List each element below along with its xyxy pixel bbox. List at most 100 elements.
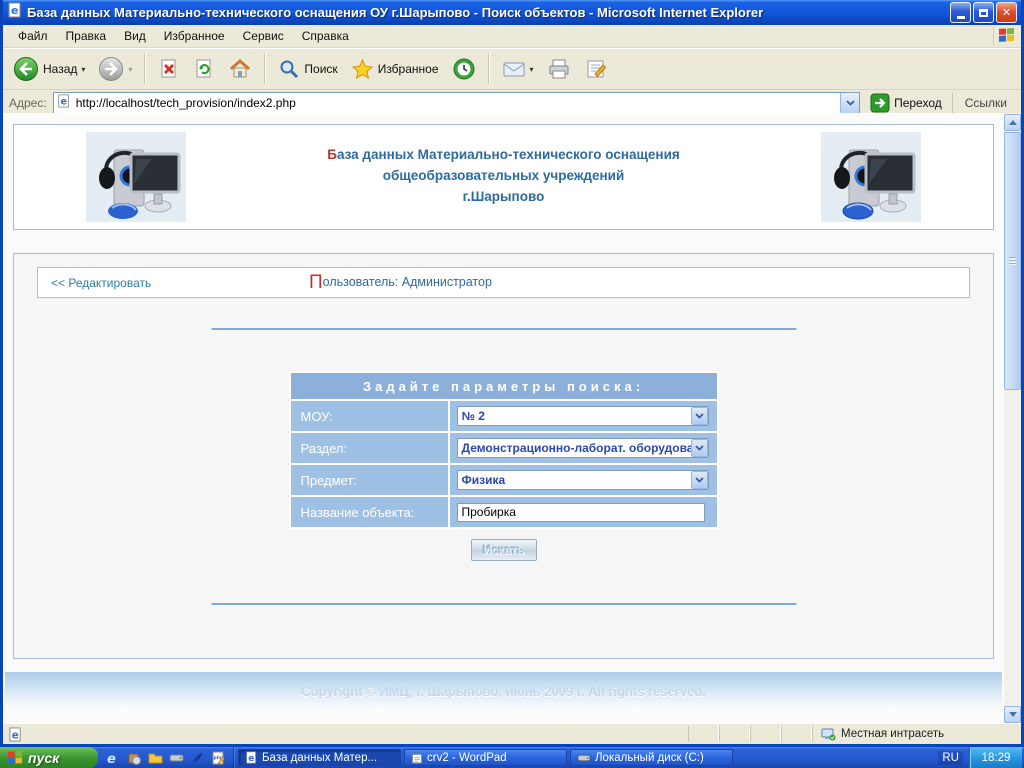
object-name-label: Название объекта: [291, 505, 415, 520]
site-title-lead: Б [327, 147, 337, 162]
favorites-button[interactable]: Избранное [347, 56, 443, 82]
chevron-down-icon[interactable] [691, 439, 708, 457]
task-button-local-disk[interactable]: Локальный диск (C:) [570, 749, 733, 766]
taskbar-clock[interactable]: 18:29 [969, 747, 1022, 768]
web-page: База данных Материально-технического осн… [3, 113, 1004, 724]
address-input[interactable] [73, 96, 840, 110]
ie-quicklaunch-icon[interactable]: e [105, 750, 121, 766]
chevron-down-icon[interactable] [691, 471, 708, 489]
address-dropdown-button[interactable] [840, 93, 859, 113]
svg-text:e: e [12, 729, 19, 741]
search-form: Задайте параметры поиска: МОУ: № 2 Разде… [289, 371, 719, 529]
windows-logo-icon [993, 27, 1018, 45]
edit-link[interactable]: << Редактировать [51, 276, 151, 290]
back-dropdown-icon[interactable]: ▾ [81, 65, 85, 74]
toolbar-separator [488, 54, 490, 84]
language-indicator[interactable]: RU [938, 751, 963, 765]
go-label: Переход [894, 96, 942, 110]
divider-bottom [211, 603, 796, 605]
address-label: Адрес: [9, 96, 47, 110]
menu-view[interactable]: Вид [115, 26, 155, 46]
mail-button[interactable]: ▾ [498, 57, 538, 81]
status-cell [719, 726, 750, 742]
home-button[interactable] [224, 56, 256, 82]
page-footer: Copyright © ИМЦ, г. Шарыпово, июнь 2009 … [5, 672, 1002, 711]
start-label: пуск [28, 750, 59, 766]
scroll-down-button[interactable] [1004, 706, 1021, 723]
mou-label: МОУ: [291, 409, 333, 424]
minimize-button[interactable] [950, 2, 971, 23]
back-icon [13, 56, 39, 82]
address-box: e [53, 92, 860, 114]
window-title: База данных Материально-технического осн… [27, 5, 946, 20]
folder-icon[interactable] [147, 750, 163, 766]
mail-dropdown-icon[interactable]: ▾ [530, 65, 534, 74]
print-button[interactable] [543, 56, 575, 82]
windows-flag-icon [7, 750, 23, 766]
predmet-select[interactable]: Физика [457, 470, 709, 490]
scrollbar-thumb[interactable] [1004, 132, 1021, 390]
ie-task-icon: e [245, 751, 258, 764]
forward-dropdown-icon: ▾ [128, 65, 132, 74]
links-label[interactable]: Ссылки [952, 93, 1015, 113]
back-button[interactable]: Назад ▾ [9, 54, 89, 84]
title-bar[interactable]: e База данных Материально-технического о… [3, 0, 1021, 25]
start-button[interactable]: пуск [0, 747, 98, 768]
setup-icon[interactable] [126, 750, 142, 766]
design-tool-icon[interactable] [189, 750, 205, 766]
object-name-input[interactable] [457, 503, 705, 522]
status-cell [781, 726, 812, 742]
favorites-star-icon [351, 58, 374, 80]
standard-toolbar: Назад ▾ ▾ Поиск Избранное [3, 48, 1021, 90]
print-icon [547, 58, 571, 80]
vertical-scrollbar[interactable] [1004, 113, 1021, 724]
stop-icon [158, 58, 180, 80]
menu-bar: Файл Правка Вид Избранное Сервис Справка [3, 25, 1021, 48]
forward-icon [98, 56, 124, 82]
predmet-label: Предмет: [291, 473, 357, 488]
search-button[interactable]: Поиск [274, 56, 341, 82]
menu-help[interactable]: Справка [293, 26, 358, 46]
home-icon [228, 58, 252, 80]
refresh-icon [193, 58, 215, 80]
mou-select[interactable]: № 2 [457, 406, 709, 426]
toolbar-separator [264, 54, 266, 84]
drive-icon[interactable] [168, 750, 184, 766]
zone-label: Местная интрасеть [841, 728, 944, 740]
mail-icon [502, 59, 526, 79]
restore-button[interactable] [973, 2, 994, 23]
copyright-text: Copyright © ИМЦ, г. Шарыпово, июнь 2009 … [301, 684, 706, 699]
task-button-database[interactable]: e База данных Матер... [238, 749, 401, 766]
favorites-label: Избранное [378, 62, 439, 76]
svg-text:e: e [60, 96, 67, 107]
close-button[interactable]: ✕ [996, 2, 1017, 23]
form-title: Задайте параметры поиска: [291, 373, 717, 399]
menu-tools[interactable]: Сервис [234, 26, 293, 46]
back-label: Назад [43, 62, 77, 76]
status-cell [688, 726, 719, 742]
address-page-icon: e [54, 94, 73, 113]
site-title: База данных Материально-технического осн… [194, 145, 813, 208]
scroll-up-button[interactable] [1004, 114, 1021, 131]
computer-image-right [821, 132, 921, 222]
quick-launch: e php [98, 747, 234, 768]
history-button[interactable] [448, 55, 480, 83]
menu-favorites[interactable]: Избранное [155, 26, 234, 46]
divider-top [211, 328, 796, 330]
php-editor-icon[interactable]: php [210, 750, 226, 766]
search-submit-button[interactable]: Искать [471, 539, 537, 561]
stop-button[interactable] [154, 56, 184, 82]
refresh-button[interactable] [189, 56, 219, 82]
forward-button[interactable]: ▾ [94, 54, 136, 84]
chevron-down-icon[interactable] [691, 407, 708, 425]
edit-button[interactable] [580, 56, 612, 82]
system-tray: RU 18:29 [930, 747, 1024, 768]
menu-edit[interactable]: Правка [57, 26, 116, 46]
task-button-wordpad[interactable]: crv2 - WordPad [404, 749, 567, 766]
svg-text:e: e [11, 4, 18, 17]
edit-page-icon [584, 58, 608, 80]
go-button[interactable]: Переход [866, 92, 946, 114]
menu-file[interactable]: Файл [9, 26, 57, 46]
razdel-select[interactable]: Демонстрационно-лаборат. оборудован [457, 438, 709, 458]
user-label: Пользователь: Администратор [309, 272, 492, 294]
